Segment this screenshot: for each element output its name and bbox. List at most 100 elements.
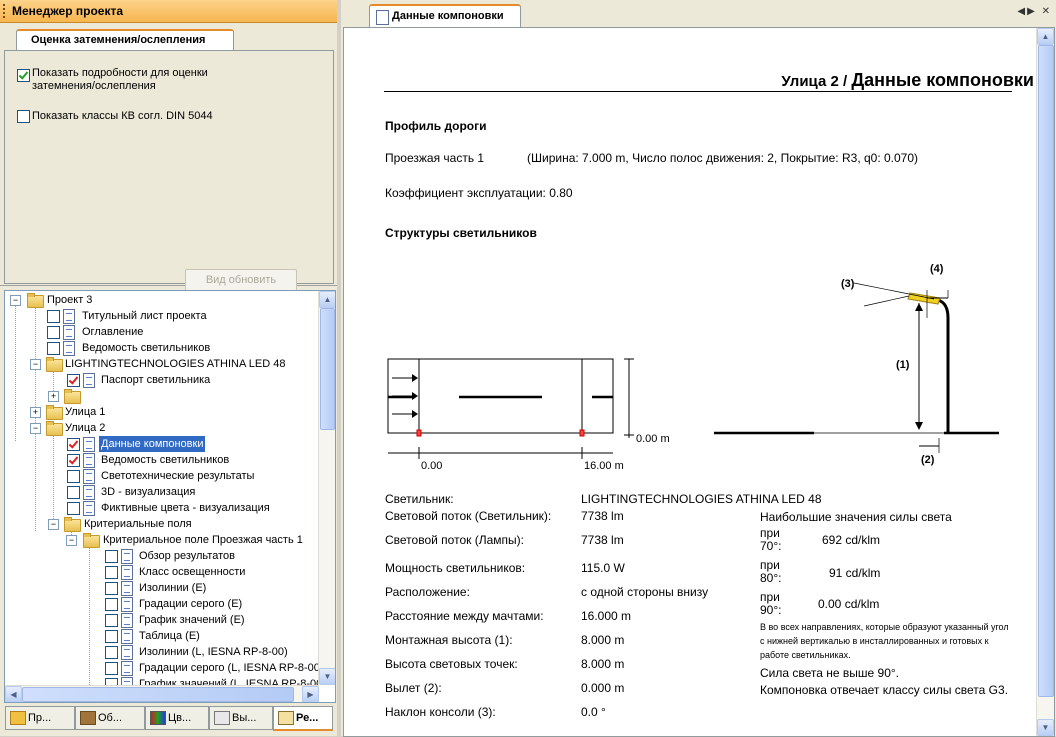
tree-item[interactable]: Таблица (E) xyxy=(5,628,315,644)
intensity-footnote: В во всех направлениях, которые образуют… xyxy=(760,622,1009,660)
tree-item[interactable]: Ведомость светильников xyxy=(5,452,305,468)
tab-objects[interactable]: Об... xyxy=(75,706,145,730)
tree-checkbox[interactable] xyxy=(105,662,118,675)
structures-heading: Структуры светильников xyxy=(385,226,537,240)
tree-checkbox[interactable] xyxy=(67,470,80,483)
collapse-toggle[interactable]: − xyxy=(30,423,41,434)
tree-item-label: Ведомость светильников xyxy=(101,454,230,466)
tab-output[interactable]: Вы... xyxy=(209,706,273,730)
tree-item[interactable]: − Критериальные поля xyxy=(5,516,305,532)
intensity-class-note: Компоновка отвечает классу силы света G3… xyxy=(760,683,1009,697)
folder-icon xyxy=(83,533,100,548)
tree-item[interactable]: − Критериальное поле Проезжая часть 1 xyxy=(5,532,315,548)
next-tab-icon[interactable]: ▶ xyxy=(1027,6,1037,17)
scroll-thumb[interactable] xyxy=(22,687,294,702)
tree-checkbox[interactable] xyxy=(47,326,60,339)
show-din-classes-checkbox[interactable] xyxy=(17,110,30,123)
scroll-left-button[interactable]: ◀ xyxy=(5,686,22,702)
max-intensity-heading: Наибольшие значения силы света xyxy=(760,510,952,524)
angle-prefix: при xyxy=(760,558,780,572)
tab-colors[interactable]: Цв... xyxy=(145,706,209,730)
angle-value: 70°: xyxy=(760,539,782,553)
tree-item[interactable]: Ведомость светильников xyxy=(5,340,305,356)
prev-tab-icon[interactable]: ◀ xyxy=(1017,6,1027,17)
close-icon[interactable]: ✕ xyxy=(1042,6,1052,17)
tree-item[interactable]: Класс освещенности xyxy=(5,564,315,580)
tree-checkbox[interactable] xyxy=(105,598,118,611)
angle-value: 80°: xyxy=(760,571,782,585)
document-icon xyxy=(83,485,95,500)
tree-checkbox[interactable] xyxy=(105,550,118,563)
tree-checkbox[interactable] xyxy=(67,374,80,387)
tree-item[interactable]: Градации серого (L, IESNA RP-8-00) xyxy=(5,660,318,676)
tab-projects[interactable]: Пр... xyxy=(5,706,75,730)
tree-item[interactable]: Изолинии (L, IESNA RP-8-00) xyxy=(5,644,315,660)
collapse-toggle[interactable]: − xyxy=(48,519,59,530)
show-glare-details-label: Показать подробности для оценки затемнен… xyxy=(32,67,208,92)
tree-item[interactable]: − LIGHTINGTECHNOLOGIES ATHINA LED 48 xyxy=(5,356,315,372)
collapse-toggle[interactable]: − xyxy=(66,535,77,546)
scroll-up-button[interactable]: ▲ xyxy=(1037,28,1054,45)
tree-checkbox[interactable] xyxy=(67,438,80,451)
document-vertical-scrollbar[interactable]: ▲ ▼ xyxy=(1036,28,1054,736)
tree-checkbox[interactable] xyxy=(47,342,60,355)
scroll-thumb[interactable] xyxy=(320,308,335,430)
tree-checkbox[interactable] xyxy=(105,630,118,643)
tree-item[interactable]: Паспорт светильника xyxy=(5,372,305,388)
tree-checkbox[interactable] xyxy=(105,582,118,595)
project-tree[interactable]: − Проект 3 Титульный лист проекта Оглавл… xyxy=(4,290,336,703)
tab-results[interactable]: Ре... xyxy=(273,706,333,731)
tree-checkbox[interactable] xyxy=(105,646,118,659)
tree-item-label: Титульный лист проекта xyxy=(82,310,207,322)
expand-toggle[interactable]: + xyxy=(30,407,41,418)
dimension-label-1: (1) xyxy=(896,359,910,371)
tree-checkbox[interactable] xyxy=(105,678,118,685)
tree-item[interactable]: График значений (L, IESNA RP-8-00) xyxy=(5,676,318,685)
tree-checkbox[interactable] xyxy=(67,454,80,467)
tree-vertical-scrollbar[interactable]: ▲ ▼ xyxy=(318,291,335,685)
show-glare-details-checkbox[interactable] xyxy=(17,69,30,82)
tree-item[interactable]: + xyxy=(5,388,305,404)
dimension-label-2: (2) xyxy=(921,454,935,466)
pole-side-view xyxy=(714,282,999,453)
tree-item[interactable]: Оглавление xyxy=(5,324,305,340)
tree-checkbox[interactable] xyxy=(105,614,118,627)
expand-toggle[interactable]: + xyxy=(48,391,59,402)
tree-item[interactable]: Фиктивные цвета - визуализация xyxy=(5,500,305,516)
refresh-view-button[interactable]: Вид обновить xyxy=(185,269,297,291)
tree-horizontal-scrollbar[interactable]: ◀ ▶ xyxy=(5,685,319,702)
scroll-thumb[interactable] xyxy=(1038,45,1054,697)
tree-item[interactable]: Изолинии (E) xyxy=(5,580,315,596)
tree-item[interactable]: Обзор результатов xyxy=(5,548,315,564)
collapse-toggle[interactable]: − xyxy=(10,295,21,306)
scroll-down-button[interactable]: ▼ xyxy=(1037,719,1054,736)
tree-item[interactable]: График значений (E) xyxy=(5,612,315,628)
tree-checkbox[interactable] xyxy=(67,502,80,515)
tab-glare-evaluation[interactable]: Оценка затемнения/ослепления xyxy=(16,29,234,51)
scroll-down-button[interactable]: ▼ xyxy=(319,668,335,685)
show-din-classes-label: Показать классы КВ согл. DIN 5044 xyxy=(32,110,213,122)
collapse-toggle[interactable]: − xyxy=(30,359,41,370)
roadway-details: (Ширина: 7.000 m, Число полос движения: … xyxy=(527,151,919,165)
maintenance-factor: Коэффициент эксплуатации: 0.80 xyxy=(385,186,573,200)
scroll-right-button[interactable]: ▶ xyxy=(302,686,319,702)
tree-checkbox[interactable] xyxy=(105,566,118,579)
angle-value: 90°: xyxy=(760,603,782,617)
tree-item[interactable]: 3D - визуализация xyxy=(5,484,305,500)
tree-item[interactable]: Градации серого (E) xyxy=(5,596,315,612)
scroll-up-button[interactable]: ▲ xyxy=(319,291,335,308)
tree-item[interactable]: Титульный лист проекта xyxy=(5,308,305,324)
tree-item[interactable]: − Улица 2 xyxy=(5,420,305,436)
property-label: Расстояние между мачтами: xyxy=(385,609,544,623)
tree-item[interactable]: + Улица 1 xyxy=(5,404,305,420)
tab-layout-data[interactable]: Данные компоновки xyxy=(369,4,521,28)
tree-item[interactable]: − Проект 3 xyxy=(5,292,305,308)
tree-checkbox[interactable] xyxy=(67,486,80,499)
grip-handle[interactable] xyxy=(3,4,7,18)
page-title-prefix: Улица 2 / xyxy=(781,73,852,90)
tab-navigation[interactable]: ◀▶ ✕ xyxy=(1017,6,1052,17)
tab-label: Вы... xyxy=(232,712,257,724)
tree-checkbox[interactable] xyxy=(47,310,60,323)
tree-item[interactable]: Данные компоновки xyxy=(5,436,305,452)
tree-item[interactable]: Светотехнические результаты xyxy=(5,468,305,484)
